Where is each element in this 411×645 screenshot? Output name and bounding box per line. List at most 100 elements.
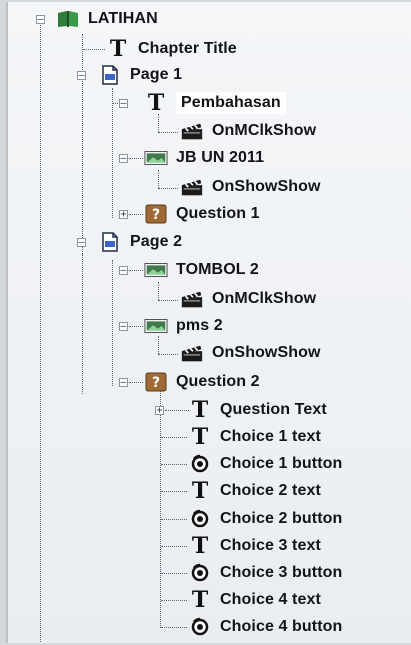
tree-connector: [129, 382, 143, 383]
tree-guide-line: [112, 260, 113, 386]
expand-toggle[interactable]: –: [77, 71, 86, 81]
tree-panel: – LATIHAN T Chapter Title – Page 1 – T P…: [6, 2, 411, 643]
tree-connector: [129, 270, 143, 271]
tree-node-jb-un-2011[interactable]: JB UN 2011: [144, 145, 264, 171]
tree-node-latihan[interactable]: LATIHAN: [56, 6, 158, 32]
page-icon: [98, 232, 122, 252]
node-label: OnMClkShow: [212, 290, 317, 307]
page-icon: [98, 65, 122, 85]
node-label: OnShowShow: [212, 178, 321, 195]
expand-toggle[interactable]: –: [119, 99, 128, 109]
node-label: Choice 2 button: [220, 509, 343, 527]
node-label: Page 1: [130, 66, 183, 83]
image-icon: [144, 316, 168, 336]
tree-guide-line: [112, 88, 113, 218]
tree-node-tombol-2[interactable]: TOMBOL 2: [144, 257, 259, 283]
tree-connector: [83, 49, 105, 50]
tree-connector: [161, 464, 187, 466]
expand-toggle[interactable]: –: [36, 15, 45, 25]
node-label: LATIHAN: [88, 10, 158, 27]
radio-icon: [188, 563, 212, 583]
clapper-icon: [180, 121, 204, 141]
tree-guide-line: [82, 34, 83, 254]
tree-connector: [158, 132, 178, 133]
tree-connector: [161, 573, 187, 574]
tree-connector: [161, 518, 187, 520]
image-icon: [144, 260, 168, 280]
expand-toggle[interactable]: –: [77, 238, 86, 248]
node-label: Choice 1 text: [220, 428, 321, 445]
expand-toggle[interactable]: –: [119, 378, 128, 388]
radio-icon: [188, 454, 212, 474]
tree-node-page-1[interactable]: Page 1: [98, 62, 182, 88]
question-icon: ?: [144, 204, 168, 224]
tree-node-question-2[interactable]: ? Question 2: [144, 369, 260, 395]
tree-node-onshowshow-1[interactable]: OnShowShow: [180, 174, 321, 200]
text-icon: T: [147, 90, 165, 116]
expand-toggle[interactable]: –: [119, 266, 128, 276]
tree-connector: [165, 410, 189, 411]
node-label: JB UN 2011: [176, 149, 265, 166]
node-label: TOMBOL 2: [176, 261, 259, 278]
tree-node-choice[interactable]: Choice 4 button: [188, 614, 342, 640]
tree-node-choice[interactable]: Choice 3 button: [188, 560, 342, 586]
tree-guide-line: [158, 170, 159, 188]
tree-connector: [161, 491, 187, 493]
tree-node-pms-2[interactable]: pms 2: [144, 313, 223, 339]
clapper-icon: [180, 177, 204, 197]
node-label: Chapter Title: [138, 40, 237, 57]
node-label: Choice 1 button: [220, 455, 343, 473]
node-label: Choice 4 button: [220, 618, 343, 636]
node-label: Choice 2 text: [220, 482, 321, 500]
expand-toggle[interactable]: –: [119, 154, 128, 164]
tree-node-onshowshow-2[interactable]: OnShowShow: [180, 340, 321, 366]
tree-connector: [129, 158, 143, 159]
tree-node-choice[interactable]: T Choice 3 text: [188, 533, 321, 559]
tree-node-pembahasan[interactable]: T Pembahasan: [144, 90, 286, 116]
tree-connector: [158, 188, 178, 189]
tree-node-choice[interactable]: T Choice 1 text: [188, 424, 321, 450]
radio-icon: [188, 509, 212, 529]
node-label-selected: Pembahasan: [176, 92, 286, 114]
expand-toggle[interactable]: +: [119, 210, 128, 220]
tree-connector: [161, 627, 187, 629]
node-label: Page 2: [130, 233, 183, 250]
node-label: Question 1: [176, 205, 260, 222]
node-label: Choice 4 text: [220, 591, 321, 609]
tree-guide-line: [158, 282, 159, 300]
tree-node-choice[interactable]: T Choice 2 text: [188, 478, 321, 504]
tree-guide-line: [160, 388, 161, 628]
tree-connector: [129, 214, 143, 215]
tree-connector: [161, 437, 187, 438]
tree-node-choice[interactable]: Choice 1 button: [188, 451, 342, 477]
text-icon: T: [191, 587, 209, 614]
tree-guide-line: [158, 114, 159, 132]
tree-node-choice[interactable]: Choice 2 button: [188, 506, 342, 532]
text-icon: T: [109, 36, 127, 62]
tree-node-page-2[interactable]: Page 2: [98, 229, 182, 255]
text-icon: T: [191, 397, 209, 423]
svg-text:?: ?: [152, 375, 160, 391]
tree-node-onmclkshow-1[interactable]: OnMClkShow: [180, 118, 316, 144]
clapper-icon: [180, 289, 204, 309]
tree-node-question-1[interactable]: ? Question 1: [144, 201, 260, 227]
tree-connector: [161, 545, 187, 547]
tree-connector: [112, 103, 118, 104]
expand-toggle[interactable]: +: [155, 406, 164, 416]
tree-node-question-text[interactable]: T Question Text: [188, 397, 327, 423]
tree-node-chapter-title[interactable]: T Chapter Title: [106, 36, 237, 62]
node-label: OnMClkShow: [212, 122, 317, 139]
tree-connector: [129, 326, 143, 327]
tree-connector: [158, 300, 178, 301]
radio-icon: [188, 617, 212, 637]
text-icon: T: [191, 532, 209, 559]
node-label: Choice 3 text: [220, 536, 321, 554]
text-icon: T: [191, 478, 209, 505]
tree-node-choice[interactable]: T Choice 4 text: [188, 587, 321, 613]
node-label: OnShowShow: [212, 344, 321, 361]
image-icon: [144, 148, 168, 168]
expand-toggle[interactable]: –: [119, 322, 128, 332]
node-label: Choice 3 button: [220, 564, 343, 581]
question-icon: ?: [144, 372, 168, 392]
tree-node-onmclkshow-2[interactable]: OnMClkShow: [180, 286, 316, 312]
